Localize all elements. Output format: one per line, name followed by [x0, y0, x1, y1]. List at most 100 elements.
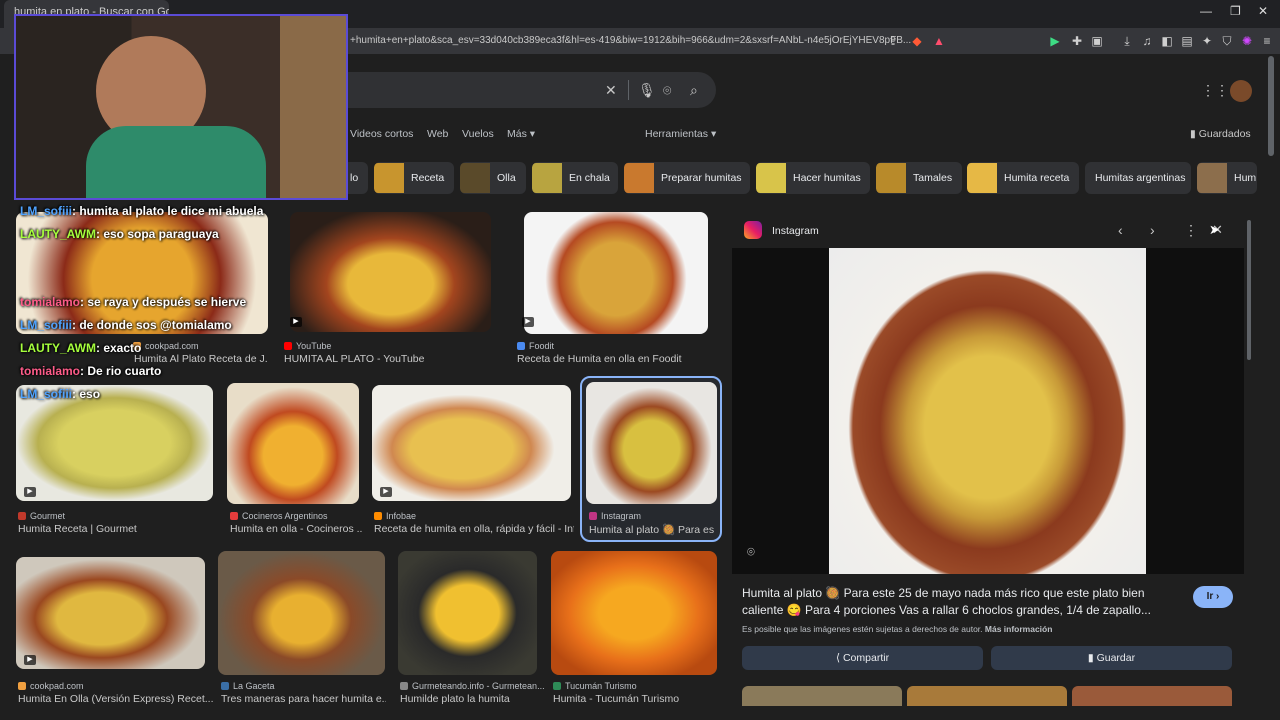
chip-hum[interactable]: Hum	[1197, 162, 1257, 194]
result-source-1: cookpad.com	[133, 341, 199, 351]
preview-caption-line1[interactable]: Humita al plato 🥘 Para este 25 de mayo n…	[742, 586, 1145, 600]
chip-hacer-humitas[interactable]: Hacer humitas	[756, 162, 870, 194]
chat-message: tomialamo: se raya y después se hierve	[20, 295, 247, 309]
result-image-9[interactable]	[218, 551, 385, 675]
result-source-4: Gourmet	[18, 511, 65, 521]
result-title-4[interactable]: Humita Receta | Gourmet	[18, 523, 218, 535]
download-icon[interactable]: ⤓	[1120, 34, 1134, 49]
result-title-10[interactable]: Humilde plato la humita	[400, 693, 540, 705]
bookmark-icon: ▮	[1190, 128, 1196, 140]
rewards-icon[interactable]: ▲	[932, 34, 946, 48]
previous-icon[interactable]: ‹	[1118, 222, 1123, 238]
result-image-10[interactable]	[398, 551, 537, 675]
tab-web[interactable]: Web	[427, 128, 448, 140]
saved-button[interactable]: ▮ Guardados	[1190, 128, 1251, 140]
related-image-3[interactable]	[1072, 686, 1232, 706]
sidebar-icon[interactable]: ◧	[1160, 34, 1174, 48]
result-source-10: Gurmeteando.info - Gurmetean...	[400, 681, 545, 691]
search-icon[interactable]: ⌕	[690, 82, 698, 99]
share-icon: ⟨	[835, 652, 841, 664]
chat-message: tomialamo: De rio cuarto	[20, 364, 162, 378]
lens-search-icon[interactable]: ⌾	[747, 544, 755, 560]
menu-icon[interactable]: ≡	[1260, 34, 1274, 48]
go-button[interactable]: Ir ›	[1193, 586, 1233, 608]
result-title-2[interactable]: HUMITA AL PLATO - YouTube	[284, 353, 494, 365]
extensions-icon[interactable]: ✚	[1070, 34, 1084, 48]
result-source-2: YouTube	[284, 341, 331, 351]
result-source-3: Foodit	[517, 341, 554, 351]
chip-tamales[interactable]: Tamales	[876, 162, 962, 194]
clear-search-icon[interactable]: ✕	[605, 82, 617, 99]
webcam-overlay	[14, 14, 348, 200]
result-title-3[interactable]: Receta de Humita en olla en Foodit	[517, 353, 717, 365]
result-title-11[interactable]: Humita - Tucumán Turismo	[553, 693, 718, 705]
chat-message: LM_sofiii: humita al plato le dice mi ab…	[20, 204, 264, 218]
restore-icon[interactable]: ❐	[1230, 4, 1241, 18]
share-icon[interactable]: ⇪	[886, 34, 900, 48]
result-image-2[interactable]	[290, 212, 491, 332]
wallet-icon[interactable]: ▤	[1180, 34, 1194, 48]
result-image-4[interactable]	[16, 385, 213, 501]
tab-mas[interactable]: Más ▾	[507, 128, 535, 140]
preview-source[interactable]: Instagram	[772, 225, 819, 237]
result-title-9[interactable]: Tres maneras para hacer humita e...	[221, 693, 386, 705]
result-image-8[interactable]	[16, 557, 205, 669]
result-image-6[interactable]	[372, 385, 571, 501]
result-source-5: Cocineros Argentinos	[230, 511, 328, 521]
lens-icon[interactable]: ⌾	[663, 82, 671, 99]
tools-button[interactable]: Herramientas ▾	[645, 128, 716, 140]
chip-receta[interactable]: Receta	[374, 162, 454, 194]
result-source-8: cookpad.com	[18, 681, 84, 691]
page-scrollbar[interactable]	[1268, 56, 1274, 156]
share-button[interactable]: ⟨ Compartir	[742, 646, 983, 670]
apps-grid-icon[interactable]: ⋮⋮	[1201, 82, 1229, 99]
vpn-icon[interactable]: ⛉	[1220, 34, 1234, 49]
video-play-icon: ▶	[522, 317, 534, 327]
close-window-icon[interactable]: ✕	[1258, 4, 1268, 18]
bookmark-icon: ▮	[1087, 652, 1094, 664]
chip-en-chala[interactable]: En chala	[532, 162, 618, 194]
result-title-5[interactable]: Humita en olla - Cocineros ...	[230, 523, 362, 535]
result-title-7[interactable]: Humita al plato 🥘 Para es...	[589, 523, 715, 536]
chat-message: LM_sofiii: eso	[20, 387, 101, 401]
profile-extension-icon[interactable]: ✺	[1240, 34, 1254, 48]
tab-vuelos[interactable]: Vuelos	[462, 128, 494, 140]
save-button[interactable]: ▮ Guardar	[991, 646, 1232, 670]
minimize-icon[interactable]: —	[1200, 4, 1212, 18]
tab-capture-icon[interactable]: ▣	[1090, 34, 1104, 48]
preview-caption-line2[interactable]: caliente 😋 Para 4 porciones Vas a rallar…	[742, 603, 1151, 617]
url-field[interactable]: +humita+en+plato&sca_esv=33d040cb389eca3…	[350, 35, 911, 46]
chat-message: LAUTY_AWM: eso sopa paraguaya	[20, 227, 219, 241]
result-title-8[interactable]: Humita En Olla (Versión Express) Recet..…	[18, 693, 213, 705]
result-source-11: Tucumán Turismo	[553, 681, 637, 691]
brave-shield-icon[interactable]: ◆	[910, 34, 924, 48]
panel-scrollbar[interactable]	[1247, 220, 1251, 360]
chat-message: LM_sofiii: de donde sos @tomialamo	[20, 318, 232, 332]
more-info-link[interactable]: Más información	[985, 624, 1053, 634]
video-play-icon: ▶	[290, 317, 302, 327]
related-image-2[interactable]	[907, 686, 1067, 706]
preview-image[interactable]	[829, 248, 1146, 574]
mouse-cursor: ➤	[1209, 222, 1220, 237]
result-title-6[interactable]: Receta de humita en olla, rápida y fácil…	[374, 523, 574, 535]
ai-icon[interactable]: ✦	[1200, 34, 1214, 48]
voice-search-icon[interactable]: 🎙	[638, 82, 656, 99]
result-image-7[interactable]	[586, 382, 717, 504]
result-image-11[interactable]	[551, 551, 717, 675]
avatar[interactable]	[1230, 80, 1252, 102]
chip-olla[interactable]: Olla	[460, 162, 526, 194]
chip-humitas-argentinas[interactable]: Humitas argentinas	[1085, 162, 1191, 194]
next-icon[interactable]: ›	[1150, 222, 1155, 238]
chip-preparar-humitas[interactable]: Preparar humitas	[624, 162, 750, 194]
result-source-9: La Gaceta	[221, 681, 275, 691]
instagram-icon	[744, 221, 762, 239]
tab-videos-cortos[interactable]: Videos cortos	[350, 128, 413, 140]
copyright-notice: Es posible que las imágenes estén sujeta…	[742, 624, 1053, 634]
chip-humita-receta[interactable]: Humita receta	[967, 162, 1079, 194]
more-options-icon[interactable]: ⋮	[1184, 222, 1198, 239]
media-icon[interactable]: ♫	[1140, 34, 1154, 48]
related-image-1[interactable]	[742, 686, 902, 706]
result-image-5[interactable]	[227, 383, 359, 504]
play-extension-icon[interactable]: ▶	[1048, 34, 1062, 48]
result-image-3[interactable]	[524, 212, 708, 334]
